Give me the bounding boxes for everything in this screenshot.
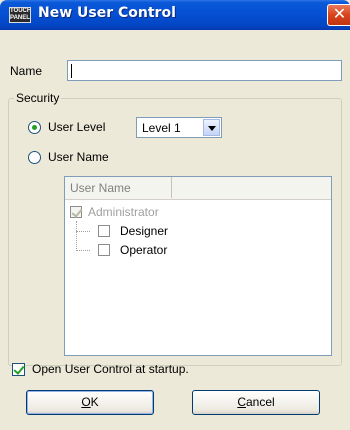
column-header-user-name[interactable]: User Name	[65, 177, 172, 198]
checkbox[interactable]	[98, 244, 110, 256]
check-icon	[70, 206, 83, 218]
list-item[interactable]: Designer	[65, 222, 331, 240]
startup-label[interactable]: Open User Control at startup.	[32, 362, 189, 376]
list-item-label: Operator	[120, 243, 168, 257]
column-header-label: User Name	[70, 181, 131, 195]
user-level-select-value: Level 1	[142, 121, 181, 135]
name-label: Name	[10, 64, 43, 78]
security-group-label: Security	[14, 91, 62, 105]
user-name-label[interactable]: User Name	[48, 150, 109, 164]
user-name-list[interactable]: User Name Administrator Designer Operato…	[64, 176, 332, 356]
ok-mnemonic: O	[81, 395, 91, 409]
list-item[interactable]: Administrator	[65, 203, 331, 221]
app-icon: TOUCH PANEL	[9, 7, 31, 23]
cancel-label: ancel	[245, 395, 275, 409]
list-item-label: Administrator	[88, 205, 159, 219]
list-item-label: Designer	[120, 224, 169, 238]
cancel-button[interactable]: Cancel	[192, 390, 320, 415]
user-level-select[interactable]: Level 1	[136, 117, 222, 138]
user-name-radio[interactable]	[28, 151, 41, 164]
text-caret	[71, 64, 72, 78]
ok-label: K	[90, 395, 99, 409]
startup-checkbox[interactable]	[12, 363, 25, 376]
ok-button[interactable]: OK	[26, 390, 154, 415]
list-header: User Name	[65, 177, 331, 200]
user-level-radio[interactable]	[28, 121, 41, 134]
dropdown-arrow-icon[interactable]	[203, 119, 220, 136]
checkbox[interactable]	[98, 225, 110, 237]
title-bar[interactable]: TOUCH PANEL New User Control ✕	[0, 0, 350, 30]
cancel-mnemonic: C	[237, 395, 246, 409]
list-item[interactable]: Operator	[65, 241, 331, 259]
user-level-label[interactable]: User Level	[48, 120, 105, 134]
close-icon[interactable]: ✕	[327, 4, 350, 26]
window-title: New User Control	[38, 5, 176, 21]
name-input[interactable]	[67, 60, 342, 81]
